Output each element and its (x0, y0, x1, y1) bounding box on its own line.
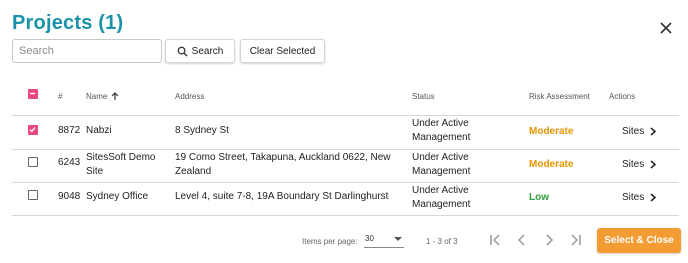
search-button[interactable]: Search (165, 39, 235, 63)
column-header-name[interactable]: Name (86, 92, 119, 101)
row-name: Sydney Office (86, 191, 149, 202)
chevron-right-icon (650, 127, 657, 136)
chevron-down-icon (394, 237, 402, 241)
row-number: 6243 (58, 157, 81, 168)
row-risk: Moderate (529, 159, 574, 170)
items-per-page-select[interactable]: 30 (364, 233, 404, 248)
row-risk: Moderate (529, 126, 574, 137)
column-header-risk: Risk Assessment (529, 92, 590, 101)
row-checkbox[interactable] (28, 190, 38, 200)
row-address: 8 Sydney St (175, 125, 229, 136)
close-icon[interactable] (657, 19, 675, 37)
row-sites-link[interactable]: Sites (622, 126, 657, 137)
row-name: Nabzi (86, 125, 112, 136)
arrow-up-icon (111, 92, 119, 100)
column-header-actions: Actions (609, 92, 636, 101)
row-sites-link[interactable]: Sites (622, 192, 657, 203)
pagination-range: 1 - 3 of 3 (426, 237, 458, 246)
clear-selected-button[interactable]: Clear Selected (240, 39, 325, 63)
next-page-icon[interactable] (541, 232, 557, 248)
indeterminate-icon (30, 92, 35, 95)
last-page-icon[interactable] (568, 232, 584, 248)
row-divider (12, 149, 679, 150)
items-per-page-label: Items per page: (302, 237, 358, 246)
row-divider (12, 215, 679, 216)
search-button-label: Search (191, 45, 224, 57)
row-number: 8872 (58, 125, 81, 136)
search-icon (177, 46, 188, 57)
row-divider (12, 182, 679, 183)
row-status: Under Active Management (412, 118, 471, 143)
header-divider (12, 115, 679, 116)
column-header-name-label: Name (86, 92, 108, 101)
row-checkbox[interactable] (28, 157, 38, 167)
page-title: Projects (1) (12, 12, 124, 34)
items-per-page-value: 30 (365, 234, 374, 243)
first-page-icon[interactable] (487, 232, 503, 248)
row-address: Level 4, suite 7-8, 19A Boundary St Darl… (175, 191, 389, 202)
row-name: SitesSoft Demo Site (86, 152, 156, 177)
chevron-right-icon (650, 160, 657, 169)
check-icon (29, 127, 36, 133)
column-header-status: Status (412, 92, 435, 101)
row-checkbox[interactable] (28, 125, 38, 135)
chevron-right-icon (650, 193, 657, 202)
row-risk: Low (529, 192, 549, 203)
select-and-close-button[interactable]: Select & Close (597, 228, 681, 253)
row-number: 9048 (58, 191, 81, 202)
row-address: 19 Como Street, Takapuna, Auckland 0622,… (175, 152, 391, 177)
row-status: Under Active Management (412, 152, 471, 177)
search-input[interactable] (12, 39, 162, 63)
column-header-address: Address (175, 92, 205, 101)
clear-selected-label: Clear Selected (249, 45, 316, 57)
row-sites-link[interactable]: Sites (622, 159, 657, 170)
row-status: Under Active Management (412, 185, 471, 210)
column-header-number: # (58, 92, 63, 101)
select-all-checkbox[interactable] (28, 89, 38, 99)
previous-page-icon[interactable] (514, 232, 530, 248)
